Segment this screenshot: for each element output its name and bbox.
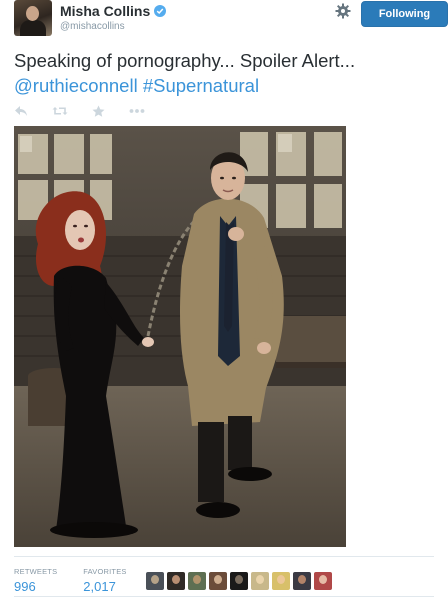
favorites-count: 2,017 (83, 579, 116, 594)
retweets-stat[interactable]: RETWEETS 996 (14, 567, 57, 594)
favorite-icon[interactable] (92, 105, 105, 118)
display-name-row: Misha Collins (60, 3, 167, 19)
photo-illustration (14, 126, 346, 547)
mention-link[interactable]: @ruthieconnell (14, 75, 138, 96)
more-icon[interactable] (129, 108, 145, 114)
tweet-photo[interactable] (14, 126, 346, 547)
favoriter-avatar[interactable] (167, 572, 185, 590)
hashtag-link[interactable]: #Supernatural (143, 75, 259, 96)
favoriter-avatar[interactable] (209, 572, 227, 590)
favoriter-avatar[interactable] (251, 572, 269, 590)
verified-badge-icon (154, 5, 167, 17)
display-name[interactable]: Misha Collins (60, 3, 150, 19)
favorites-label: FAVORITES (83, 567, 127, 576)
favorites-stat[interactable]: FAVORITES 2,017 (83, 567, 126, 594)
favoriter-avatar[interactable] (188, 572, 206, 590)
tweet-stats: RETWEETS 996 FAVORITES 2,017 (14, 567, 153, 594)
divider (14, 596, 434, 597)
tweet-header: Misha Collins @mishacollins Following (14, 0, 448, 40)
favoriter-avatar[interactable] (293, 572, 311, 590)
favoriter-avatar[interactable] (230, 572, 248, 590)
retweet-icon[interactable] (52, 105, 68, 117)
divider (14, 556, 434, 557)
retweets-label: RETWEETS (14, 567, 58, 576)
user-handle[interactable]: @mishacollins (60, 21, 125, 32)
favoriter-avatar[interactable] (146, 572, 164, 590)
reply-icon[interactable] (14, 105, 28, 117)
favoriter-avatars (146, 572, 335, 590)
favoriter-avatar[interactable] (314, 572, 332, 590)
avatar[interactable] (14, 0, 52, 36)
retweets-count: 996 (14, 579, 36, 594)
favoriter-avatar[interactable] (272, 572, 290, 590)
gear-icon[interactable] (335, 3, 351, 19)
tweet-body: Speaking of pornography... Spoiler Alert… (14, 50, 356, 71)
tweet-actions (14, 102, 169, 120)
following-button[interactable]: Following (361, 1, 448, 27)
tweet-text: Speaking of pornography... Spoiler Alert… (14, 48, 434, 98)
